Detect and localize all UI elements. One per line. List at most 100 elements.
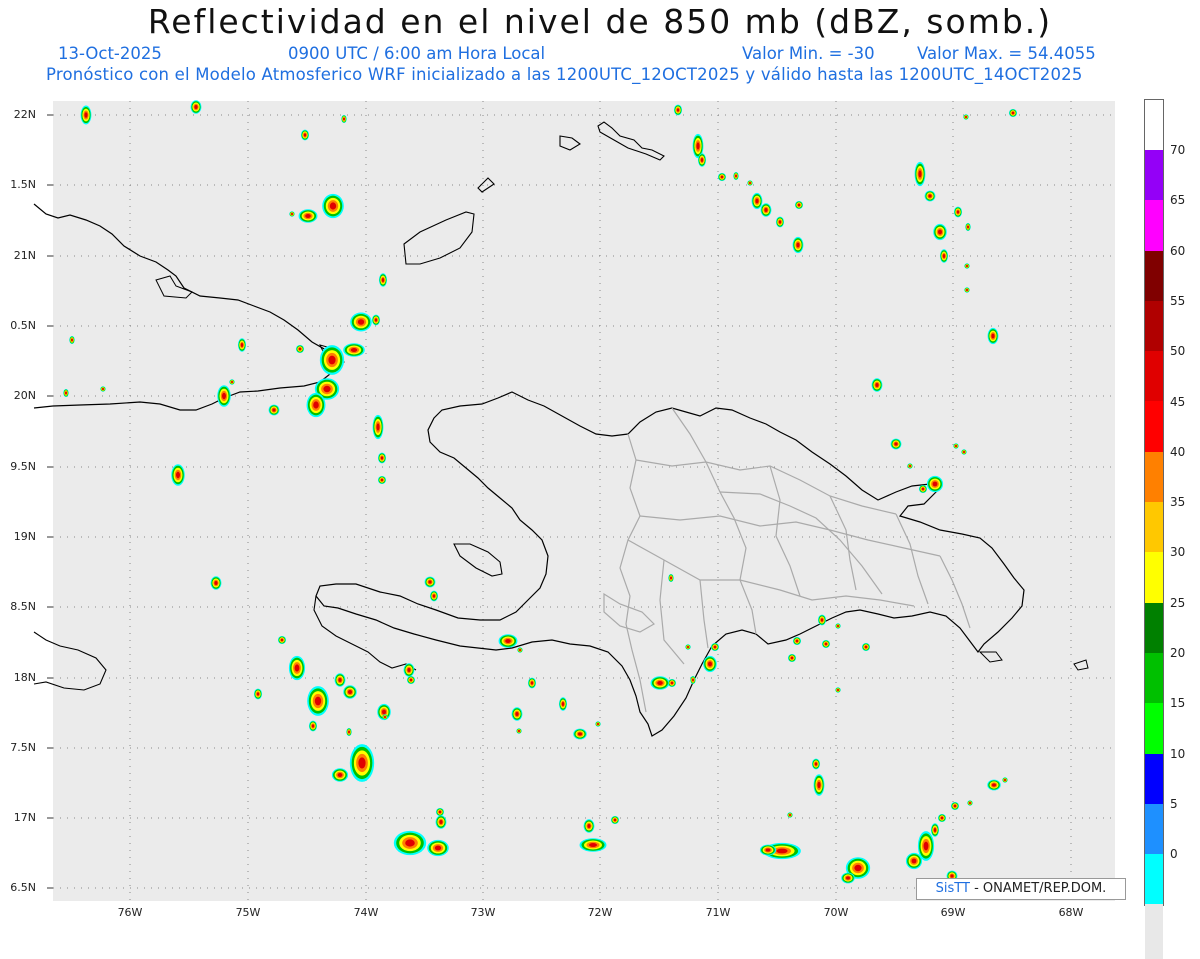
reflectivity-cell bbox=[231, 381, 233, 383]
colorbar-label: 65 bbox=[1170, 193, 1186, 208]
reflectivity-cell bbox=[942, 254, 946, 258]
reflectivity-cell bbox=[176, 471, 180, 479]
x-tick-label: 72W bbox=[587, 906, 613, 919]
reflectivity-cell bbox=[796, 242, 800, 248]
colorbar-segment bbox=[1145, 351, 1163, 402]
colorbar-segment bbox=[1145, 502, 1163, 553]
reflectivity-cell bbox=[708, 661, 712, 667]
colorbar-segment bbox=[1145, 150, 1163, 201]
colorbar-label: 45 bbox=[1170, 394, 1186, 409]
reflectivity-cell bbox=[797, 203, 801, 207]
reflectivity-cell bbox=[824, 642, 828, 646]
reflectivity-cell bbox=[940, 816, 944, 820]
reflectivity-cell bbox=[933, 828, 937, 832]
reflectivity-cell bbox=[439, 820, 443, 824]
reflectivity-map bbox=[33, 100, 1115, 901]
colorbar-label: 30 bbox=[1170, 545, 1186, 560]
reflectivity-cell bbox=[578, 732, 582, 736]
y-tick-label: 0.5N bbox=[10, 319, 36, 332]
footer-brand: SisTT bbox=[935, 881, 970, 896]
x-tick-label: 73W bbox=[470, 906, 496, 919]
colorbar-label: 25 bbox=[1170, 595, 1186, 610]
colorbar-label: 0 bbox=[1170, 847, 1178, 862]
reflectivity-cell bbox=[357, 319, 365, 325]
colorbar-segment bbox=[1145, 552, 1163, 603]
reflectivity-cell bbox=[795, 639, 799, 643]
reflectivity-cell bbox=[613, 818, 617, 822]
y-tick-label: 9.5N bbox=[10, 460, 36, 473]
y-tick-label: 8.5N bbox=[10, 600, 36, 613]
x-tick-label: 71W bbox=[705, 906, 731, 919]
reflectivity-cell bbox=[515, 712, 519, 716]
reflectivity-cell bbox=[222, 392, 226, 400]
colorbar bbox=[1144, 99, 1164, 959]
reflectivity-cell bbox=[374, 318, 378, 322]
colorbar-segment bbox=[1145, 753, 1163, 804]
reflectivity-cell bbox=[518, 730, 520, 732]
reflectivity-cell bbox=[918, 170, 922, 178]
reflectivity-cell bbox=[298, 347, 302, 351]
colorbar-segment bbox=[1145, 401, 1163, 452]
colorbar-segment bbox=[1145, 703, 1163, 754]
reflectivity-cell bbox=[670, 681, 674, 685]
reflectivity-cell bbox=[348, 690, 352, 694]
colorbar-label: 50 bbox=[1170, 344, 1186, 359]
reflectivity-cell bbox=[409, 678, 413, 682]
reflectivity-cell bbox=[789, 814, 791, 816]
reflectivity-cell bbox=[71, 338, 73, 342]
colorbar-segment bbox=[1145, 250, 1163, 301]
footer-badge: SisTT - ONAMET/REP.DOM. bbox=[916, 878, 1126, 900]
y-tick-label: 20N bbox=[13, 389, 36, 402]
colorbar-label: 10 bbox=[1170, 746, 1186, 761]
reflectivity-cell bbox=[764, 208, 768, 212]
reflectivity-cell bbox=[692, 678, 694, 682]
reflectivity-cell bbox=[854, 864, 862, 872]
reflectivity-cell bbox=[776, 848, 788, 854]
reflectivity-cell bbox=[967, 225, 969, 229]
reflectivity-cell bbox=[323, 385, 331, 393]
reflectivity-cell bbox=[102, 388, 104, 390]
reflectivity-cell bbox=[846, 876, 850, 880]
reflectivity-cell bbox=[928, 194, 932, 198]
reflectivity-cell bbox=[434, 845, 442, 851]
reflectivity-cell bbox=[305, 214, 311, 218]
colorbar-segment bbox=[1145, 854, 1163, 905]
colorbar-segment bbox=[1145, 904, 1163, 959]
reflectivity-cell bbox=[597, 723, 599, 725]
reflectivity-cell bbox=[381, 278, 385, 282]
reflectivity-cell bbox=[911, 858, 917, 864]
reflectivity-cell bbox=[358, 757, 366, 769]
reflectivity-cell bbox=[65, 391, 67, 395]
y-tick-label: 19N bbox=[13, 530, 36, 543]
reflectivity-cell bbox=[956, 210, 960, 214]
reflectivity-cell bbox=[700, 158, 704, 162]
reflectivity-cell bbox=[969, 802, 971, 804]
reflectivity-cell bbox=[955, 445, 957, 447]
colorbar-segment bbox=[1145, 652, 1163, 704]
reflectivity-cell bbox=[735, 174, 737, 178]
reflectivity-cell bbox=[530, 681, 534, 685]
reflectivity-cell bbox=[84, 112, 88, 118]
reflectivity-cell bbox=[348, 730, 350, 734]
reflectivity-cell bbox=[214, 581, 218, 585]
reflectivity-cell bbox=[587, 824, 591, 828]
colorbar-label: 55 bbox=[1170, 293, 1186, 308]
reflectivity-cell bbox=[966, 289, 968, 291]
reflectivity-cell bbox=[272, 408, 276, 412]
x-tick-label: 69W bbox=[940, 906, 966, 919]
colorbar-label: 5 bbox=[1170, 796, 1178, 811]
reflectivity-cell bbox=[923, 841, 929, 851]
reflectivity-cell bbox=[438, 810, 442, 814]
reflectivity-cell bbox=[313, 401, 319, 409]
reflectivity-cell bbox=[953, 804, 957, 808]
reflectivity-cell bbox=[1004, 779, 1006, 781]
reflectivity-cell bbox=[337, 773, 343, 777]
reflectivity-cell bbox=[280, 638, 284, 642]
reflectivity-cell bbox=[765, 848, 771, 852]
reflectivity-cell bbox=[875, 383, 879, 387]
y-tick-label: 1.5N bbox=[10, 178, 36, 191]
reflectivity-cell bbox=[837, 625, 839, 627]
reflectivity-cell bbox=[820, 618, 824, 622]
colorbar-segment bbox=[1145, 602, 1163, 653]
reflectivity-cell bbox=[687, 646, 689, 648]
